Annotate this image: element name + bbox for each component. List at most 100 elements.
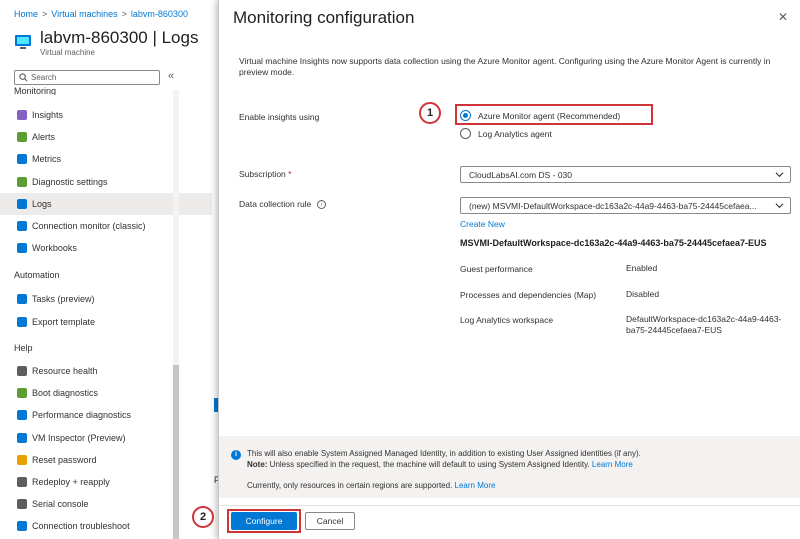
dcr-label-text: Data collection rule xyxy=(239,199,312,209)
monitoring-configuration-blade: Monitoring configuration ✕ Virtual machi… xyxy=(192,0,800,539)
learn-more-link-2[interactable]: Learn More xyxy=(455,481,496,490)
enable-insights-label: Enable insights using xyxy=(239,112,320,122)
sidebar-item-alerts[interactable]: Alerts xyxy=(0,126,212,148)
annotation-step-1: 1 xyxy=(419,102,441,124)
insights-icon xyxy=(17,110,27,120)
notice-line-3: Currently, only resources in certain reg… xyxy=(247,481,495,490)
dcr-name: MSVMI-DefaultWorkspace-dc163a2c-44a9-446… xyxy=(460,238,767,248)
radio-la-label: Log Analytics agent xyxy=(478,129,552,139)
sidebar-item-export-template[interactable]: Export template xyxy=(0,311,212,333)
search-input[interactable]: Search xyxy=(14,70,160,85)
sidebar-item-redeploy-reapply[interactable]: Redeploy + reapply xyxy=(0,471,212,493)
sidebar-item-label: Tasks (preview) xyxy=(32,294,95,304)
portal-left-pane: Home > Virtual machines > labvm-860300 labvm… xyxy=(0,0,220,539)
sidebar-item-serial-console[interactable]: Serial console xyxy=(0,493,212,515)
virtual-machine-icon xyxy=(15,35,31,49)
section-automation: Automation xyxy=(14,270,60,280)
sidebar-item-resource-health[interactable]: Resource health xyxy=(0,360,212,382)
sidebar-item-label: Alerts xyxy=(32,132,56,143)
prop-guest-performance-value: Enabled xyxy=(626,263,658,273)
search-placeholder: Search xyxy=(31,73,57,82)
subscription-label: Subscription * xyxy=(239,169,291,179)
section-monitoring: Monitoring xyxy=(14,86,57,95)
sidebar-item-label: Connection troubleshoot xyxy=(32,521,130,532)
info-icon[interactable]: i xyxy=(317,200,327,210)
notice-note-bold: Note: xyxy=(247,460,268,469)
sidebar-item-label: Connection monitor (classic) xyxy=(32,221,146,231)
sidebar-item-tasks-preview[interactable]: Tasks (preview) xyxy=(0,288,212,310)
sidebar-scrollbar-thumb[interactable] xyxy=(173,365,179,539)
subscription-dropdown[interactable]: CloudLabsAI.com DS - 030 xyxy=(460,166,791,183)
info-circle-icon: i xyxy=(231,450,241,460)
close-icon[interactable]: ✕ xyxy=(778,10,788,24)
sidebar-item-label: Performance diagnostics xyxy=(32,410,132,421)
dcr-dropdown[interactable]: (new) MSVMI-DefaultWorkspace-dc163a2c-44… xyxy=(460,197,791,214)
diagnostic-settings-icon xyxy=(17,176,27,187)
configure-button[interactable]: Configure xyxy=(231,512,297,530)
breadcrumb-virtual-machines[interactable]: Virtual machines xyxy=(51,9,117,19)
sidebar-item-label: Diagnostic settings xyxy=(32,176,108,187)
boot-diagnostics-icon xyxy=(17,388,27,399)
sidebar-item-label: VM Inspector (Preview) xyxy=(32,432,126,443)
prop-processes-value: Disabled xyxy=(626,289,660,299)
sidebar-item-vm-inspector-preview[interactable]: VM Inspector (Preview) xyxy=(0,427,212,449)
metrics-icon xyxy=(17,154,27,165)
info-notice: i This will also enable System Assigned … xyxy=(219,436,800,498)
sidebar-item-logs[interactable]: Logs xyxy=(0,192,212,215)
sidebar-item-label: Redeploy + reapply xyxy=(32,477,110,487)
tasks-icon xyxy=(17,294,27,304)
chevron-down-icon xyxy=(775,172,784,178)
sidebar-item-label: Reset password xyxy=(32,454,97,465)
sidebar-item-connection-troubleshoot[interactable]: Connection troubleshoot xyxy=(0,515,212,537)
sidebar-item-diagnostic-settings[interactable]: Diagnostic settings xyxy=(0,171,212,193)
breadcrumb: Home > Virtual machines > labvm-860300 xyxy=(14,9,188,19)
required-mark: * xyxy=(288,169,292,179)
chevron-down-icon xyxy=(775,203,784,209)
sidebar-item-label: Export template xyxy=(32,317,96,327)
sidebar-item-insights[interactable]: Insights xyxy=(0,104,212,126)
redeploy-icon xyxy=(17,477,27,487)
sidebar-item-performance-diagnostics[interactable]: Performance diagnostics xyxy=(0,404,212,426)
notice-line-2-text: Unless specified in the request, the mac… xyxy=(267,460,592,469)
performance-diagnostics-icon xyxy=(17,410,27,421)
sidebar-item-connection-monitor-classic[interactable]: Connection monitor (classic) xyxy=(0,215,212,237)
page-title: labvm-860300 | Logs xyxy=(40,28,199,47)
logs-icon xyxy=(17,198,27,209)
sidebar-item-label: Workbooks xyxy=(32,243,77,254)
search-icon xyxy=(19,73,28,82)
radio-unselected-indicator xyxy=(460,128,471,139)
blade-title: Monitoring configuration xyxy=(233,8,415,27)
create-new-link[interactable]: Create New xyxy=(460,219,505,229)
sidebar-item-label: Logs xyxy=(32,198,52,209)
radio-selected-indicator xyxy=(460,110,471,121)
cancel-button[interactable]: Cancel xyxy=(305,512,355,530)
sidebar-item-workbooks[interactable]: Workbooks xyxy=(0,237,212,259)
learn-more-link-1[interactable]: Learn More xyxy=(592,460,633,469)
prop-workspace-value-line2: ba75-24445cefaea7-EUS xyxy=(626,325,722,335)
prop-workspace-label: Log Analytics workspace xyxy=(460,315,554,325)
workbooks-icon xyxy=(17,243,27,254)
breadcrumb-vm[interactable]: labvm-860300 xyxy=(131,9,188,19)
serial-console-icon xyxy=(17,499,27,510)
dcr-label: Data collection rule i xyxy=(239,199,327,210)
alerts-icon xyxy=(17,132,27,143)
breadcrumb-home[interactable]: Home xyxy=(14,9,38,19)
radio-ama-label: Azure Monitor agent (Recommended) xyxy=(478,111,621,121)
vm-inspector-icon xyxy=(17,432,27,443)
sidebar-item-metrics[interactable]: Metrics xyxy=(0,148,212,170)
annotation-step-2: 2 xyxy=(192,506,214,528)
sidebar-item-label: Metrics xyxy=(32,154,61,165)
sidebar-item-label: Boot diagnostics xyxy=(32,388,99,399)
prop-workspace-value: DefaultWorkspace-dc163a2c-44a9-4463- ba7… xyxy=(626,314,781,336)
sidebar-item-label: Resource health xyxy=(32,366,98,376)
connection-troubleshoot-icon xyxy=(17,521,27,532)
section-help: Help xyxy=(14,343,33,353)
sidebar-item-reset-password[interactable]: Reset password xyxy=(0,449,212,471)
prop-guest-performance-label: Guest performance xyxy=(460,264,533,274)
notice-line-2: Note: Unless specified in the request, t… xyxy=(247,460,633,469)
footer-divider xyxy=(219,505,800,506)
notice-line-3-text: Currently, only resources in certain reg… xyxy=(247,481,455,490)
collapse-menu-icon[interactable]: « xyxy=(168,70,174,82)
sidebar-item-boot-diagnostics[interactable]: Boot diagnostics xyxy=(0,382,212,404)
page-subtitle: Virtual machine xyxy=(40,48,95,57)
